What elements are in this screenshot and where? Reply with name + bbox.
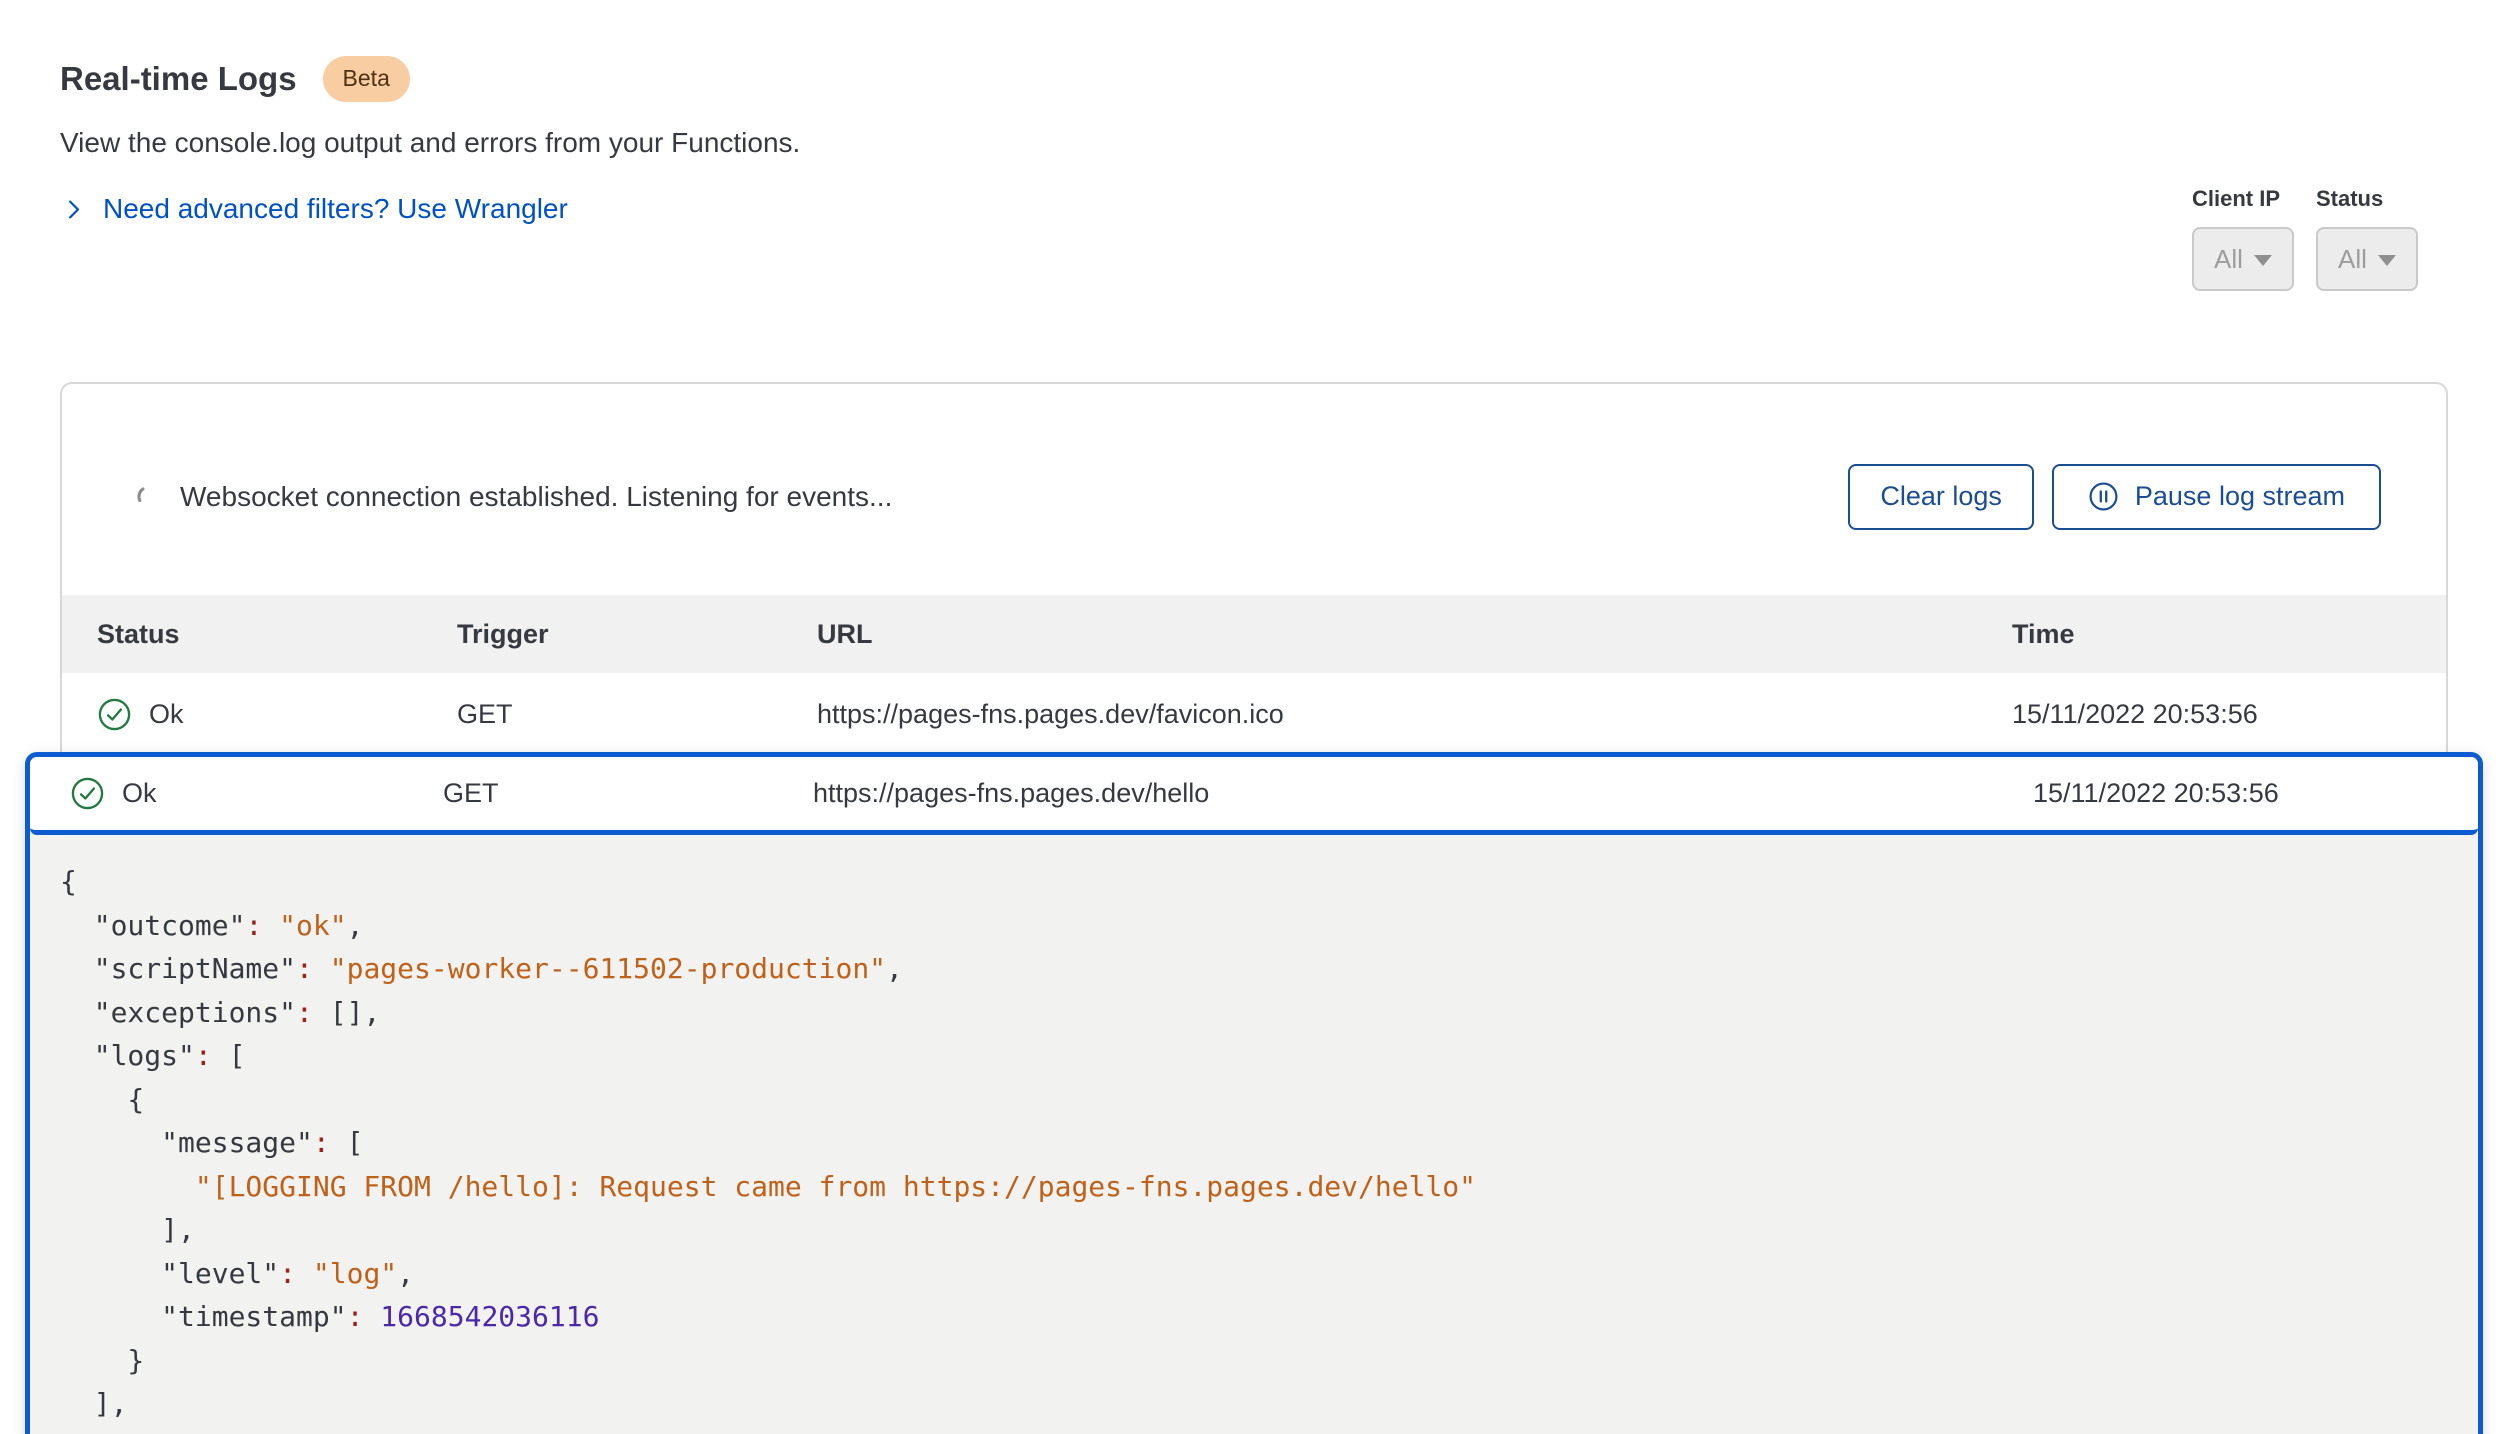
client-ip-filter-value: All <box>2214 244 2243 275</box>
client-ip-filter[interactable]: All <box>2192 227 2294 291</box>
status-filter[interactable]: All <box>2316 227 2418 291</box>
url-cell: https://pages-fns.pages.dev/hello <box>813 778 2033 809</box>
logs-toolbar: Websocket connection established. Listen… <box>62 384 2446 595</box>
wrangler-link-label: Need advanced filters? Use Wrangler <box>103 193 568 225</box>
header-cell-trigger: Trigger <box>457 619 817 650</box>
pause-button-label: Pause log stream <box>2135 481 2345 512</box>
trigger-cell: GET <box>443 778 813 809</box>
page-header: Real-time Logs Beta View the console.log… <box>60 56 800 225</box>
caret-down-icon <box>2378 255 2396 266</box>
beta-badge: Beta <box>323 56 410 102</box>
status-ok-icon <box>97 697 132 732</box>
logs-card: Websocket connection established. Listen… <box>60 382 2448 754</box>
status-filter-value: All <box>2338 244 2367 275</box>
header-cell-url: URL <box>817 619 2012 650</box>
client-ip-filter-label: Client IP <box>2192 186 2294 212</box>
websocket-status-text: Websocket connection established. Listen… <box>180 481 892 513</box>
pause-icon <box>2088 481 2119 512</box>
header-cell-status: Status <box>97 619 457 650</box>
log-row[interactable]: Ok GET https://pages-fns.pages.dev/favic… <box>62 673 2446 756</box>
status-ok-icon <box>70 776 105 811</box>
log-detail-json: { "outcome": "ok", "scriptName": "pages-… <box>30 835 2478 1434</box>
clear-logs-button[interactable]: Clear logs <box>1848 464 2034 530</box>
status-filter-label: Status <box>2316 186 2418 212</box>
log-filters: Client IP All Status All <box>2192 186 2418 291</box>
trigger-cell: GET <box>457 699 817 730</box>
realtime-logs-page: Real-time Logs Beta View the console.log… <box>0 0 2508 1434</box>
header-cell-time: Time <box>2012 619 2446 650</box>
status-cell: Ok <box>149 699 184 730</box>
url-cell: https://pages-fns.pages.dev/favicon.ico <box>817 699 2012 730</box>
page-title: Real-time Logs <box>60 60 297 98</box>
pause-log-stream-button[interactable]: Pause log stream <box>2052 464 2381 530</box>
caret-down-icon <box>2254 255 2272 266</box>
chevron-right-icon <box>60 196 87 223</box>
status-cell: Ok <box>122 778 157 809</box>
spinner-icon <box>135 484 160 509</box>
time-cell: 15/11/2022 20:53:56 <box>2012 699 2446 730</box>
time-cell: 15/11/2022 20:53:56 <box>2033 778 2478 809</box>
page-subtitle: View the console.log output and errors f… <box>60 127 800 159</box>
wrangler-link[interactable]: Need advanced filters? Use Wrangler <box>60 193 568 225</box>
expanded-log-entry: Ok GET https://pages-fns.pages.dev/hello… <box>25 752 2483 1434</box>
selected-log-row[interactable]: Ok GET https://pages-fns.pages.dev/hello… <box>30 757 2478 835</box>
logs-table-header: Status Trigger URL Time <box>62 595 2446 673</box>
